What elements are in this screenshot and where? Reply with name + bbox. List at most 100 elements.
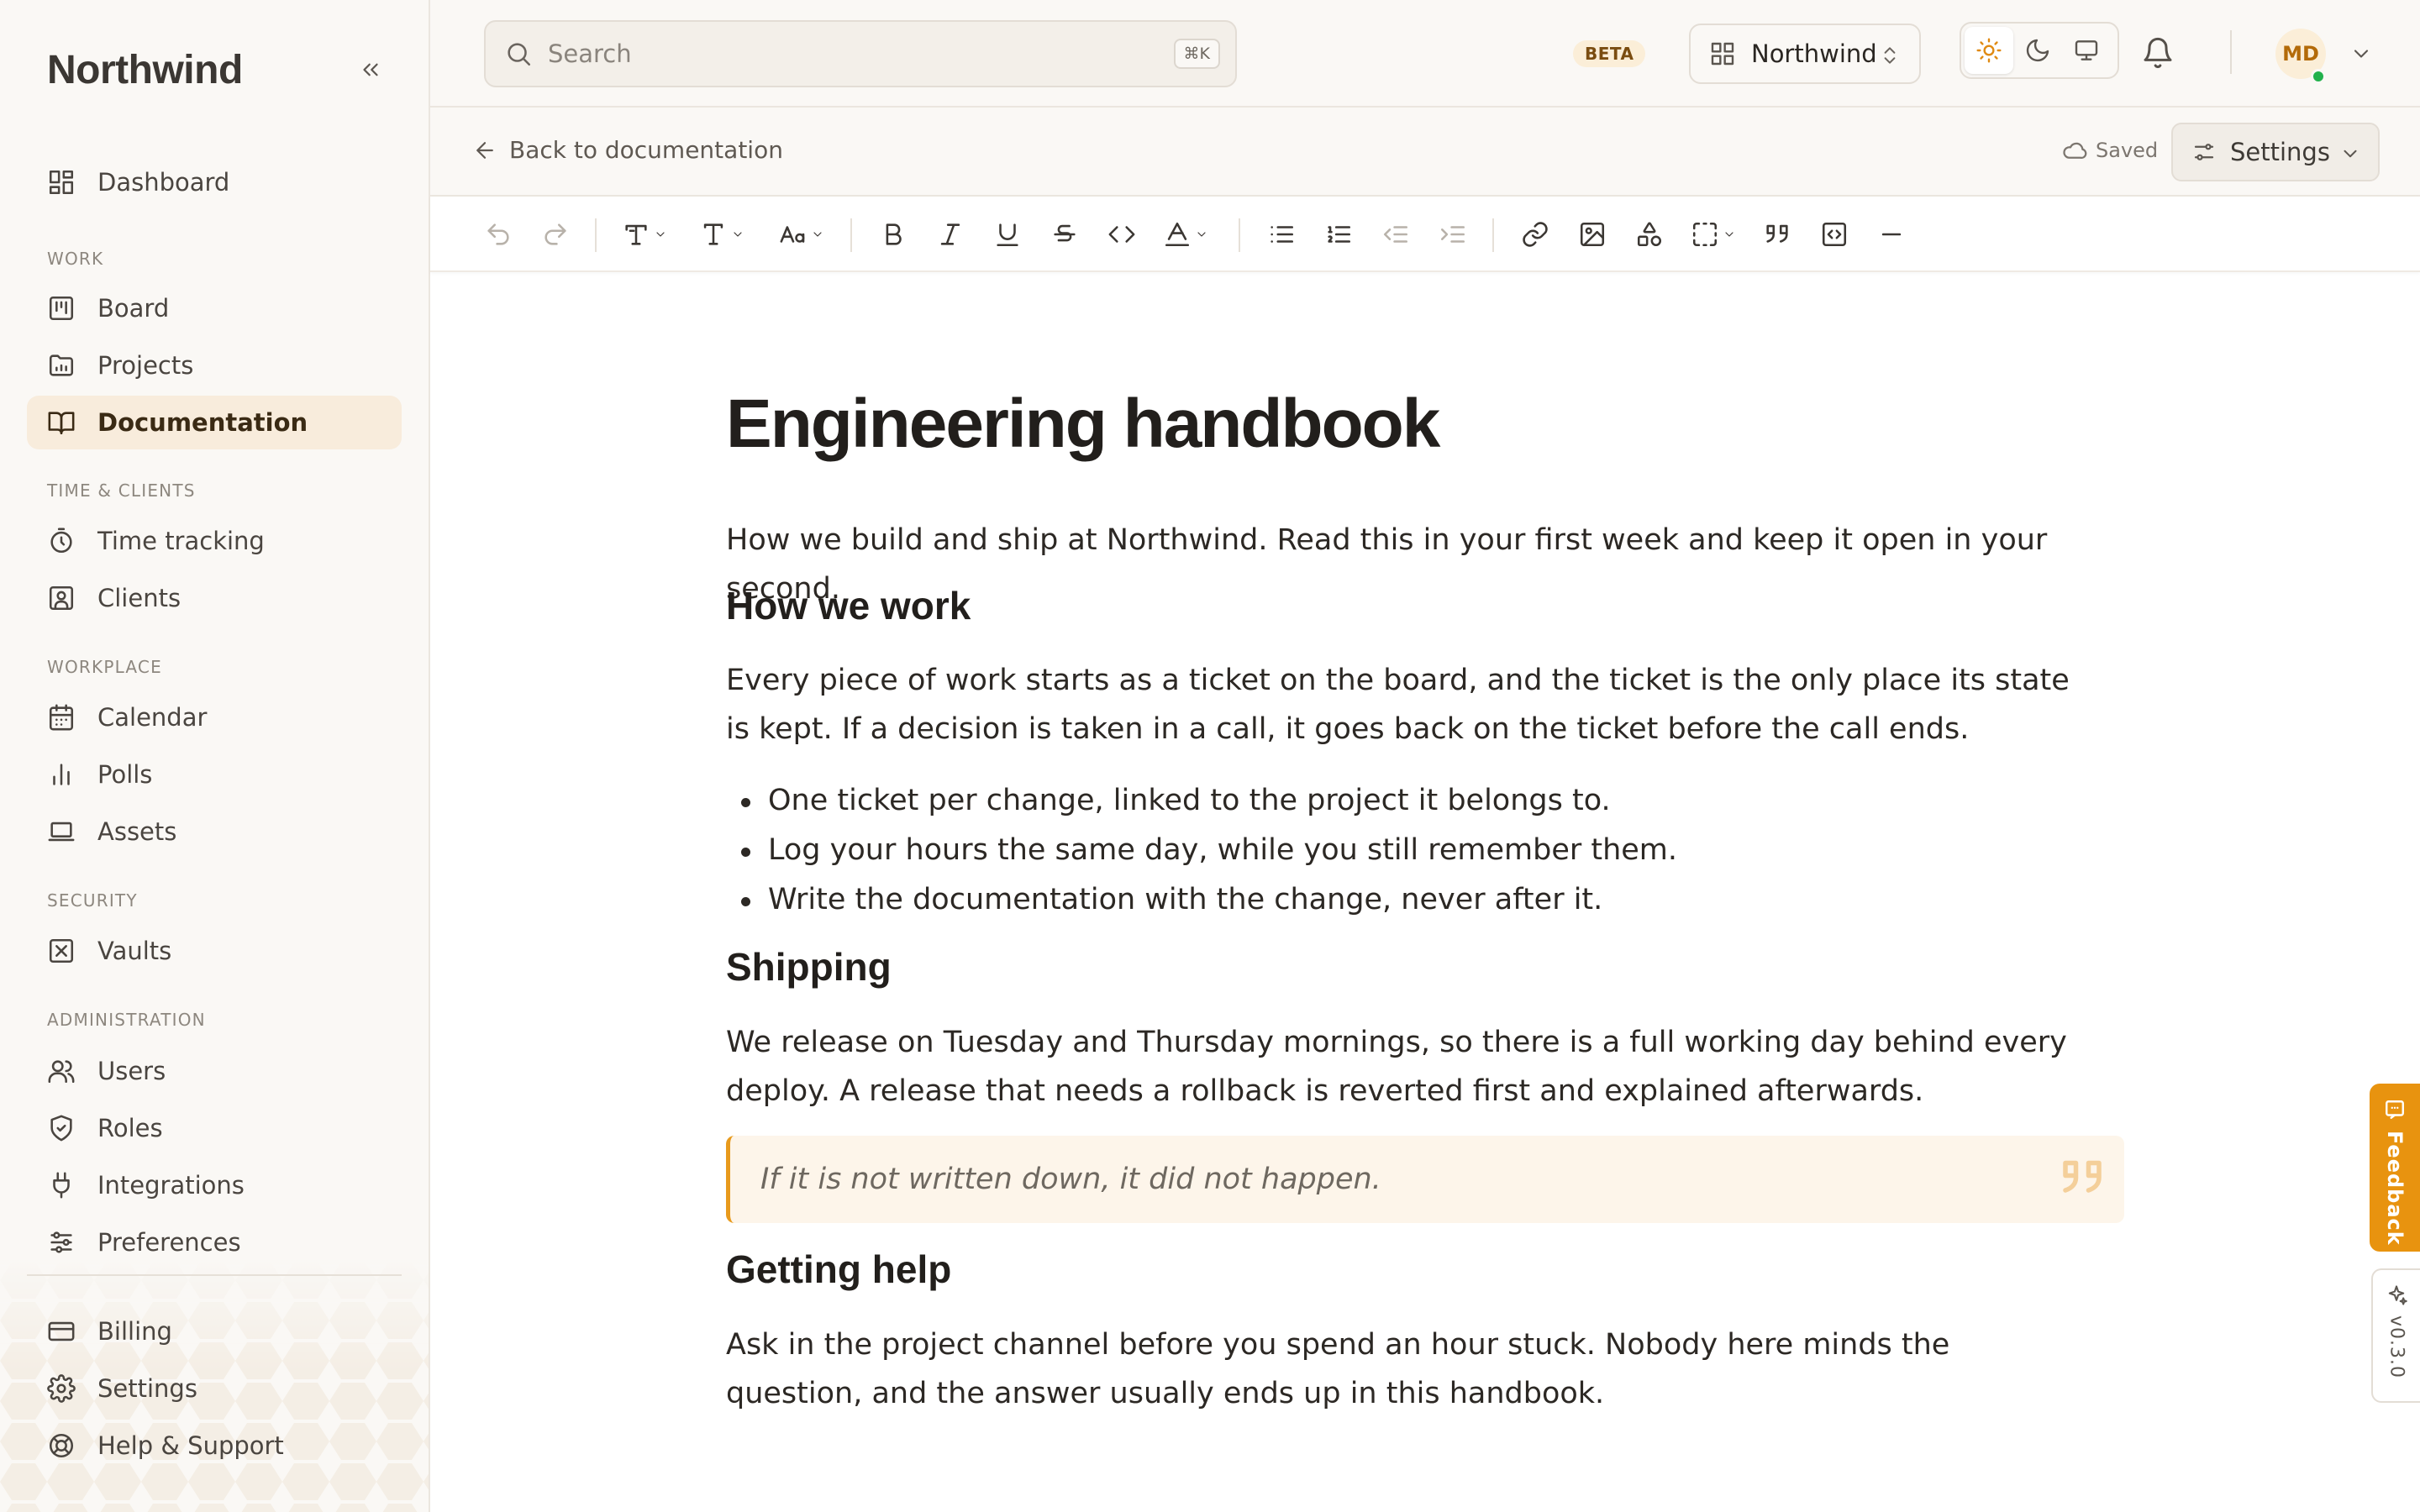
shapes-button[interactable]	[1628, 213, 1670, 255]
document-settings-button[interactable]: Settings	[2171, 123, 2380, 181]
cloud-check-icon	[2063, 142, 2087, 159]
sidebar-item-time-tracking[interactable]: Time tracking	[27, 514, 402, 568]
theme-light-button[interactable]	[1965, 27, 2013, 74]
list-item[interactable]: Write the documentation with the change,…	[726, 875, 2070, 925]
link-button[interactable]	[1514, 213, 1556, 255]
sidebar-divider	[27, 1274, 402, 1276]
outdent-button[interactable]	[1375, 213, 1417, 255]
section-paragraph[interactable]: We release on Tuesday and Thursday morni…	[726, 1018, 2087, 1116]
underline-button[interactable]	[986, 213, 1028, 255]
text-style-dropdown[interactable]	[617, 213, 672, 255]
bold-button[interactable]	[872, 213, 914, 255]
sidebar-item-polls[interactable]: Polls	[27, 748, 402, 801]
theme-dark-button[interactable]	[2013, 27, 2062, 74]
arrow-left-icon	[476, 141, 493, 159]
image-icon	[1580, 222, 1605, 247]
sidebar-item-label: Settings	[97, 1374, 197, 1403]
italic-icon	[940, 223, 960, 245]
theme-toggle-group	[1960, 22, 2119, 79]
sidebar: Northwind Dashboard WORK Board Projects …	[0, 0, 430, 1512]
sidebar-item-documentation[interactable]: Documentation	[27, 396, 402, 449]
feedback-tab[interactable]: Feedback	[2370, 1084, 2420, 1252]
font-size-dropdown[interactable]	[771, 213, 832, 255]
quote-text[interactable]: If it is not written down, it did not ha…	[760, 1163, 1381, 1196]
section-paragraph[interactable]: Every piece of work starts as a ticket o…	[726, 656, 2087, 753]
brand-logo[interactable]: Northwind	[47, 47, 243, 93]
code-block-icon	[1822, 222, 1847, 247]
version-tab[interactable]: v0.3.0	[2371, 1268, 2420, 1403]
indent-button[interactable]	[1432, 213, 1474, 255]
bell-icon[interactable]	[2141, 35, 2175, 71]
redo-button[interactable]	[534, 213, 576, 255]
theme-system-button[interactable]	[2062, 27, 2111, 74]
section-heading[interactable]: Getting help	[726, 1247, 951, 1292]
sidebar-item-assets[interactable]: Assets	[27, 805, 402, 858]
sidebar-item-vaults[interactable]: Vaults	[27, 924, 402, 978]
strikethrough-button[interactable]	[1044, 213, 1086, 255]
plug-icon	[53, 1172, 70, 1199]
heading-dropdown[interactable]	[694, 213, 750, 255]
collapse-sidebar-button[interactable]	[353, 52, 388, 87]
sidebar-item-preferences[interactable]: Preferences	[27, 1215, 402, 1269]
search-icon	[508, 43, 531, 66]
blockquote[interactable]: If it is not written down, it did not ha…	[726, 1136, 2124, 1223]
settings-label: Settings	[2230, 138, 2330, 166]
beta-badge: BETA	[1573, 40, 1646, 67]
chevron-up-down-icon	[1884, 47, 1896, 64]
sidebar-item-label: Projects	[97, 351, 194, 380]
undo-button[interactable]	[477, 213, 519, 255]
sidebar-item-projects[interactable]: Projects	[27, 339, 402, 392]
sidebar-section-work: WORK	[47, 249, 104, 269]
sidebar-item-label: Roles	[97, 1114, 163, 1142]
sidebar-item-board[interactable]: Board	[27, 281, 402, 335]
sparkles-icon	[2388, 1285, 2407, 1305]
italic-button[interactable]	[929, 213, 971, 255]
divider-button[interactable]	[1870, 213, 1912, 255]
bullet-list-button[interactable]	[1260, 213, 1302, 255]
chevron-down-icon	[1197, 232, 1206, 237]
section-heading[interactable]: How we work	[726, 583, 971, 628]
document-title[interactable]: Engineering handbook	[726, 385, 1440, 464]
embed-button[interactable]	[1813, 213, 1855, 255]
image-button[interactable]	[1571, 213, 1613, 255]
search-box[interactable]: ⌘K	[484, 20, 1237, 87]
saved-status: Saved	[2062, 138, 2158, 163]
text-color-dropdown[interactable]	[1158, 213, 1213, 255]
list-item[interactable]: One ticket per change, linked to the pro…	[726, 776, 2070, 826]
section-paragraph[interactable]: Ask in the project channel before you sp…	[726, 1320, 2087, 1418]
laptop-icon	[48, 822, 75, 842]
numbered-list-button[interactable]	[1318, 213, 1360, 255]
search-input[interactable]	[548, 39, 1136, 68]
chevron-down-icon[interactable]	[2349, 42, 2373, 66]
sidebar-item-dashboard[interactable]: Dashboard	[27, 155, 402, 209]
bullet-list[interactable]: One ticket per change, linked to the pro…	[726, 776, 2070, 925]
quote-icon	[1766, 224, 1788, 243]
toolbar-divider	[595, 218, 597, 252]
quote-mark-icon	[2063, 1160, 2102, 1193]
sidebar-item-billing[interactable]: Billing	[27, 1305, 402, 1358]
folder-icon	[49, 354, 74, 376]
underline-icon	[997, 223, 1018, 247]
sidebar-item-settings[interactable]: Settings	[27, 1362, 402, 1415]
sidebar-item-label: Integrations	[97, 1171, 245, 1200]
sidebar-item-clients[interactable]: Clients	[27, 571, 402, 625]
lifebuoy-icon	[49, 1433, 74, 1458]
workspace-switcher[interactable]: Northwind	[1689, 24, 1921, 84]
blockquote-button[interactable]	[1756, 213, 1798, 255]
sidebar-item-calendar[interactable]: Calendar	[27, 690, 402, 744]
inline-code-button[interactable]	[1101, 213, 1143, 255]
feedback-label: Feedback	[2383, 1131, 2407, 1246]
sidebar-item-integrations[interactable]: Integrations	[27, 1158, 402, 1212]
frame-dropdown[interactable]	[1686, 213, 1741, 255]
sidebar-item-label: Preferences	[97, 1228, 241, 1257]
sidebar-item-roles[interactable]: Roles	[27, 1101, 402, 1155]
type-icon	[703, 223, 723, 245]
chevron-down-icon	[734, 232, 742, 237]
sidebar-item-help-support[interactable]: Help & Support	[27, 1419, 402, 1473]
chevron-down-icon	[2344, 150, 2357, 158]
section-heading[interactable]: Shipping	[726, 944, 892, 990]
strikethrough-icon	[1054, 224, 1076, 242]
list-item[interactable]: Log your hours the same day, while you s…	[726, 826, 2070, 875]
sidebar-item-users[interactable]: Users	[27, 1044, 402, 1098]
back-to-documentation-link[interactable]: Back to documentation	[472, 136, 783, 164]
